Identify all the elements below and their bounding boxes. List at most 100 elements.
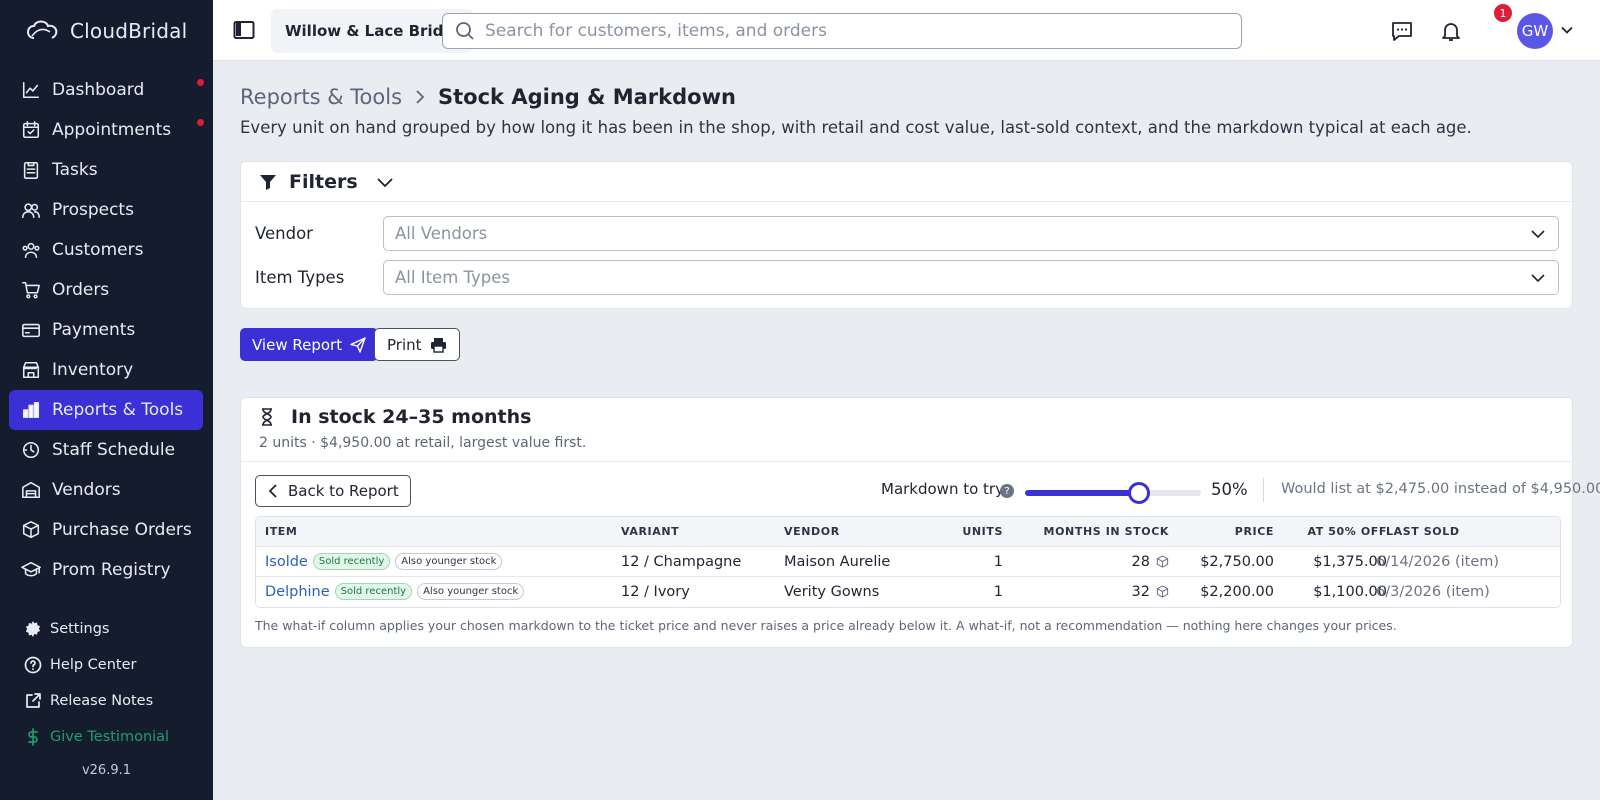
sidebar-secondary-nav: Settings Help Center Release Notes Give Tes…	[0, 611, 213, 755]
sidebar-link-label: Help Center	[50, 657, 137, 673]
sold-recently-badge: Sold recently	[334, 583, 413, 600]
table-header-row: ITEM VARIANT VENDOR UNITS MONTHS IN STOCK PRI…	[256, 517, 1560, 547]
table-row: Isolde Sold recently Also younger stock 12 …	[256, 547, 1560, 577]
sidebar-item-payments[interactable]: Payments	[9, 310, 203, 350]
logo-icon	[27, 20, 58, 39]
breadcrumb-reports-link[interactable]: Reports & Tools	[240, 85, 402, 109]
sidebar-item-prom-registry[interactable]: Prom Registry	[9, 550, 203, 590]
sidebar-link-give-testimonial[interactable]: Give Testimonial	[0, 719, 213, 755]
clipboard-icon	[23, 161, 39, 179]
column-header[interactable]: LAST SOLD	[1386, 517, 1460, 546]
sidebar-item-label: Reports & Tools	[52, 400, 184, 420]
avatar[interactable]: GW	[1517, 13, 1553, 49]
vendor-select[interactable]: All Vendors	[383, 216, 1559, 251]
app-version: v26.9.1	[81, 763, 132, 778]
sidebar-item-appointments[interactable]: Appointments	[9, 110, 204, 150]
sidebar-link-label: Give Testimonial	[50, 729, 170, 745]
filters-header[interactable]: Filters	[241, 162, 1572, 202]
sidebar-item-label: Customers	[52, 240, 144, 260]
variant-cell: 12 / Champagne	[621, 553, 742, 570]
nav-icon-wrap	[21, 440, 41, 460]
alert-dot	[197, 119, 204, 126]
printer-icon	[430, 337, 446, 353]
sidebar-toggle-icon[interactable]	[233, 20, 255, 40]
markdown-slider-thumb[interactable]	[1128, 482, 1151, 504]
sidebar-item-reports-tools[interactable]: Reports & Tools	[9, 390, 203, 430]
column-header[interactable]: VARIANT	[621, 517, 679, 546]
sidebar-item-tasks[interactable]: Tasks	[9, 150, 203, 190]
item-types-select[interactable]: All Item Types	[383, 260, 1559, 295]
column-header[interactable]: AT 50% OFF	[1307, 517, 1387, 546]
store-icon	[22, 361, 40, 379]
chevron-down-icon[interactable]	[1560, 23, 1574, 37]
bar-chart-icon	[22, 401, 40, 419]
nav-icon-wrap	[21, 80, 41, 100]
results-summary: 2 units · $4,950.00 at retail, largest v…	[259, 435, 587, 451]
nav-icon-wrap	[21, 200, 41, 220]
sidebar-link-help-center[interactable]: Help Center	[0, 647, 213, 683]
younger-stock-badge: Also younger stock	[417, 583, 525, 600]
topbar: Willow & Lace Bridal 1 GW	[213, 0, 1600, 61]
external-link-icon	[26, 693, 41, 708]
chart-line-icon	[22, 81, 40, 99]
sidebar-item-purchase-orders[interactable]: Purchase Orders	[9, 510, 203, 550]
nav-icon-wrap	[24, 692, 42, 710]
nav-icon-wrap	[21, 320, 41, 340]
box-icon	[1156, 585, 1169, 598]
sidebar-link-settings[interactable]: Settings	[0, 611, 213, 647]
help-icon[interactable]: ?	[1000, 484, 1014, 498]
search-input[interactable]	[485, 21, 1185, 41]
search-icon	[456, 22, 474, 40]
item-link[interactable]: Isolde	[265, 554, 308, 570]
sidebar-item-label: Appointments	[52, 120, 172, 140]
results-title: In stock 24–35 months	[291, 406, 532, 428]
sidebar-item-vendors[interactable]: Vendors	[9, 470, 203, 510]
breadcrumb: Reports & Tools Stock Aging & Markdown	[240, 85, 736, 109]
younger-stock-badge: Also younger stock	[395, 553, 503, 570]
column-header[interactable]: PRICE	[1235, 517, 1274, 546]
sidebar-link-label: Release Notes	[50, 693, 154, 709]
nav-icon-wrap	[21, 480, 41, 500]
column-header[interactable]: VENDOR	[784, 517, 840, 546]
print-button[interactable]: Print	[374, 328, 460, 361]
view-report-button[interactable]: View Report	[240, 328, 379, 361]
nav-icon-wrap	[21, 520, 41, 540]
markdown-slider[interactable]	[1025, 482, 1201, 504]
months-cell: 28	[1131, 553, 1150, 570]
sidebar-item-customers[interactable]: Customers	[9, 230, 203, 270]
chevron-down-icon	[1531, 273, 1545, 282]
sold-recently-badge: Sold recently	[312, 553, 391, 570]
vendor-cell: Verity Gowns	[784, 583, 880, 600]
messages-icon[interactable]	[1390, 19, 1414, 43]
sidebar-item-prospects[interactable]: Prospects	[9, 190, 203, 230]
item-link[interactable]: Delphine	[265, 584, 330, 600]
results-panel: In stock 24–35 months 2 units · $4,950.0…	[240, 397, 1600, 648]
sidebar-item-label: Vendors	[52, 480, 121, 500]
sidebar-item-inventory[interactable]: Inventory	[9, 350, 203, 390]
sidebar-item-label: Prom Registry	[52, 560, 171, 580]
markdown-label: Markdown to try	[881, 480, 1004, 498]
global-search[interactable]	[442, 13, 1242, 49]
bell-icon[interactable]	[1439, 19, 1463, 43]
markdown-slider-fill	[1025, 490, 1140, 496]
last-sold-cell: 6/14/2026 (item)	[1376, 553, 1500, 570]
back-to-report-button[interactable]: Back to Report	[255, 475, 411, 507]
sidebar-item-orders[interactable]: Orders	[9, 270, 203, 310]
nav-icon-wrap	[24, 620, 42, 638]
sidebar-link-release-notes[interactable]: Release Notes	[0, 683, 213, 719]
sidebar-item-label: Staff Schedule	[52, 440, 176, 460]
price-cell: $2,750.00	[1200, 553, 1274, 570]
sidebar-item-staff-schedule[interactable]: Staff Schedule	[9, 430, 203, 470]
column-header[interactable]: MONTHS IN STOCK	[1044, 517, 1169, 546]
sidebar-item-dashboard[interactable]: Dashboard	[9, 70, 204, 110]
app-logo[interactable]: CloudBridal	[0, 0, 213, 62]
column-header[interactable]: ITEM	[265, 517, 297, 546]
sidebar-item-label: Orders	[52, 280, 110, 300]
chevron-down-icon	[377, 177, 393, 187]
results-header: In stock 24–35 months	[259, 406, 531, 428]
column-header[interactable]: UNITS	[962, 517, 1003, 546]
nav-icon-wrap	[21, 560, 41, 580]
help-circle-icon	[24, 656, 42, 674]
units-cell: 1	[993, 553, 1003, 570]
alert-dot	[197, 79, 204, 86]
